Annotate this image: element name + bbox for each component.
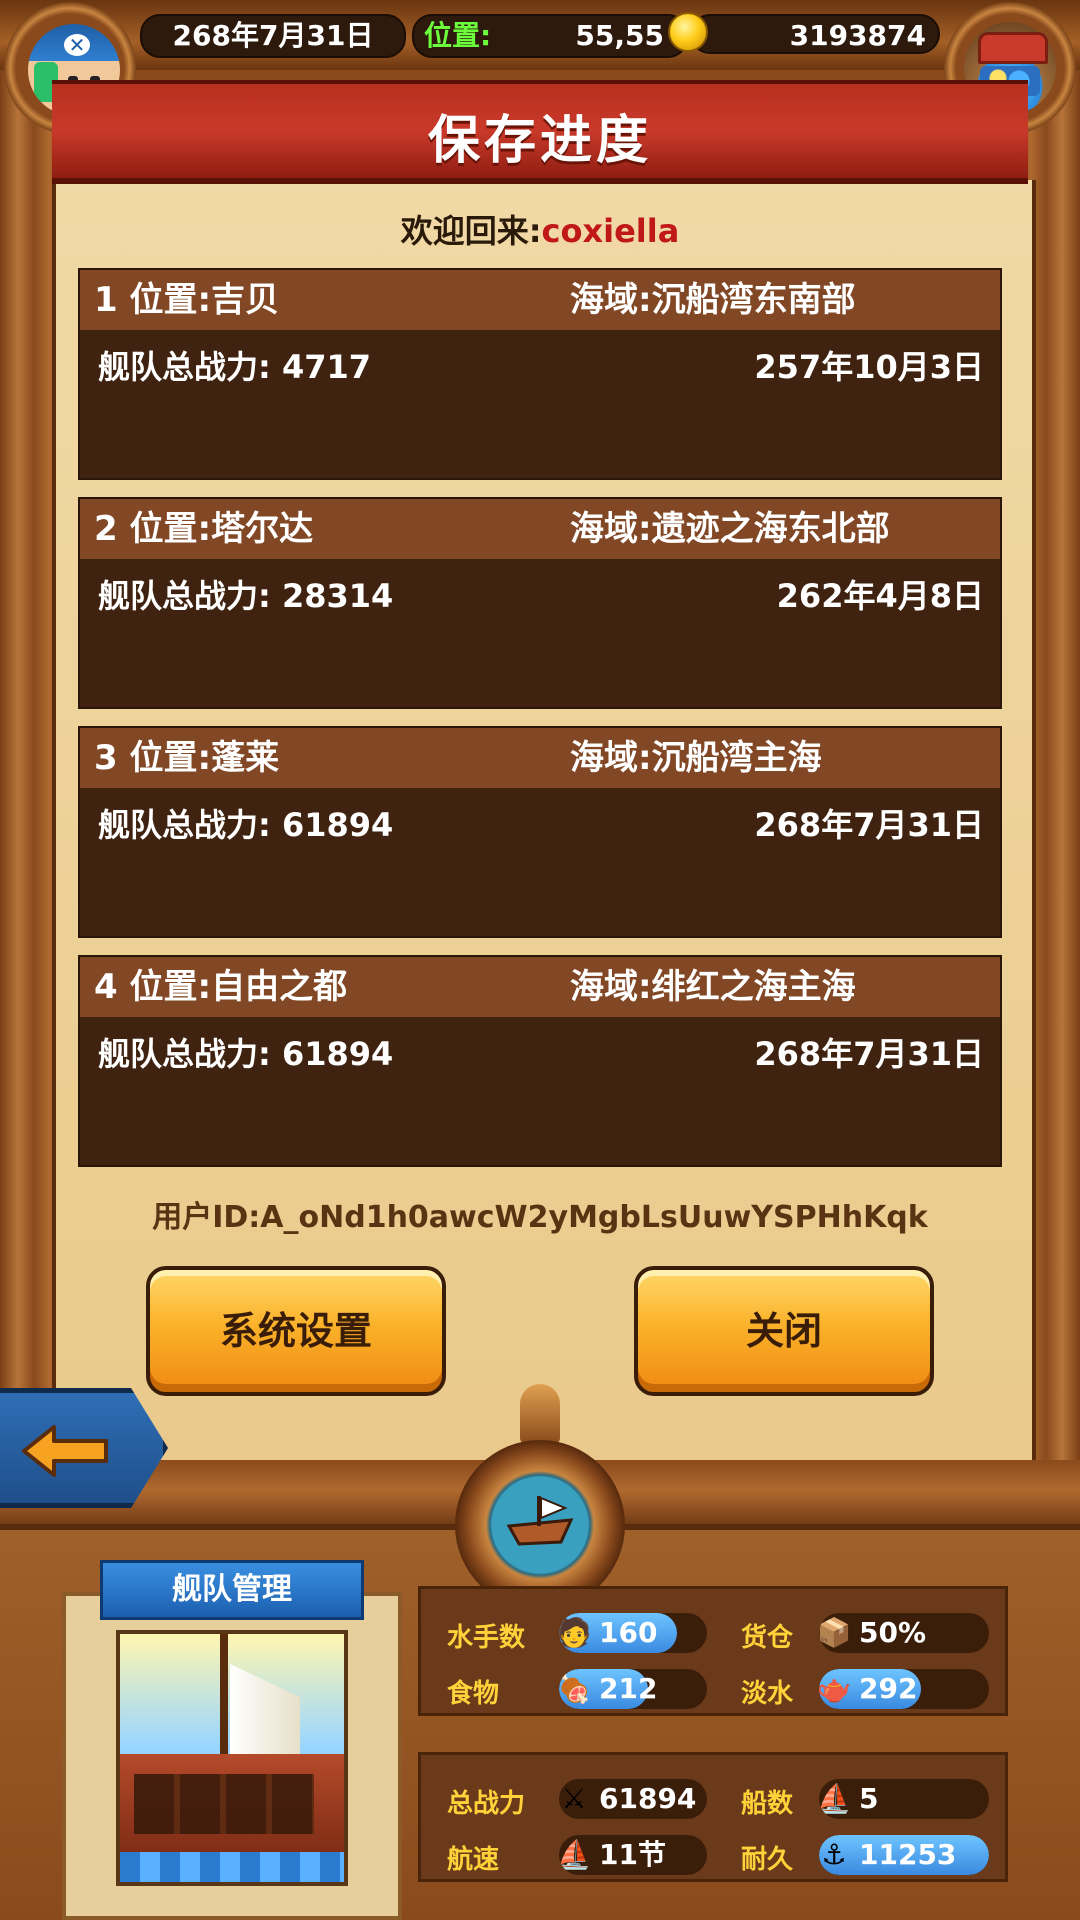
- ship-icon: ⛵: [819, 1781, 852, 1815]
- food-label: 食物: [447, 1679, 500, 1709]
- position-value: 55,55: [575, 19, 664, 52]
- crossed-swords-icon: ⚔: [561, 1781, 587, 1815]
- slot-sea-area: 海域:绯红之海主海: [570, 967, 856, 1007]
- cargo-value: 50%: [859, 1616, 927, 1649]
- food-value: 212: [599, 1672, 658, 1705]
- sailor-icon: 🧑: [559, 1615, 592, 1649]
- gold-amount: 3193874: [690, 14, 940, 54]
- ship-count-label: 船数: [741, 1789, 794, 1819]
- slot-location: 2 位置:塔尔达: [94, 509, 314, 549]
- slot-location: 1 位置:吉贝: [94, 280, 280, 320]
- slot-fleet-power: 舰队总战力: 61894: [98, 1035, 394, 1073]
- slot-sea-area: 海域:沉船湾主海: [570, 738, 822, 778]
- durability-stat: ⚓ 11253: [819, 1835, 989, 1875]
- save-slot-4[interactable]: 4 位置:自由之都 海域:绯红之海主海 舰队总战力: 61894 268年7月3…: [78, 955, 1002, 1167]
- ship-icon: [506, 1496, 574, 1546]
- food-stat: 🍖 212: [559, 1669, 707, 1709]
- meat-icon: 🍖: [559, 1671, 592, 1705]
- slot-sea-area: 海域:遗迹之海东北部: [570, 509, 890, 549]
- sailors-value: 160: [599, 1616, 658, 1649]
- slot-fleet-power: 舰队总战力: 61894: [98, 806, 394, 844]
- water-jug-icon: 🫖: [819, 1671, 852, 1705]
- slot-date: 262年4月8日: [776, 577, 984, 615]
- helm-knob: [520, 1384, 560, 1444]
- total-power-stat: ⚔ 61894: [559, 1779, 707, 1819]
- save-slot-2[interactable]: 2 位置:塔尔达 海域:遗迹之海东北部 舰队总战力: 28314 262年4月8…: [78, 497, 1002, 709]
- welcome-prefix: 欢迎回来:: [400, 212, 542, 250]
- title-banner: 保存进度: [52, 80, 1028, 184]
- position-display: 位置: 55,55: [412, 14, 688, 58]
- total-power-value: 61894: [599, 1782, 697, 1815]
- water-value: 292: [859, 1672, 918, 1705]
- durability-value: 11253: [859, 1838, 957, 1871]
- water-label: 淡水: [741, 1679, 794, 1709]
- fleet-stats-box: 总战力 ⚔ 61894 船数 ⛵ 5 航速 ⛵ 11节 耐久 ⚓ 11253: [418, 1752, 1008, 1882]
- anchor-icon: ⚓: [821, 1837, 847, 1871]
- welcome-message: 欢迎回来:coxiella: [0, 206, 1080, 252]
- skull-icon: ✕: [64, 34, 90, 56]
- sailboat-icon: ⛵: [559, 1837, 592, 1871]
- slot-location: 3 位置:蓬莱: [94, 738, 280, 778]
- sailors-label: 水手数: [447, 1623, 526, 1653]
- fleet-ship-image[interactable]: [116, 1630, 348, 1886]
- slot-date: 268年7月31日: [754, 1035, 984, 1073]
- close-button[interactable]: 关闭: [634, 1266, 934, 1396]
- cargo-stat: 📦 50%: [819, 1613, 989, 1653]
- ship-count-stat: ⛵ 5: [819, 1779, 989, 1819]
- slot-date: 257年10月3日: [754, 348, 984, 386]
- slot-fleet-power: 舰队总战力: 28314: [98, 577, 394, 615]
- total-power-label: 总战力: [447, 1789, 526, 1819]
- sailors-stat: 🧑 160: [559, 1613, 707, 1653]
- slot-fleet-power: 舰队总战力: 4717: [98, 348, 372, 386]
- page-title: 保存进度: [427, 111, 652, 171]
- gold-coin-icon: [668, 12, 708, 52]
- position-label: 位置:: [424, 19, 492, 52]
- speed-label: 航速: [447, 1845, 500, 1875]
- slot-date: 268年7月31日: [754, 806, 984, 844]
- slot-sea-area: 海域:沉船湾东南部: [570, 280, 856, 320]
- back-arrow-icon: [22, 1425, 108, 1477]
- speed-stat: ⛵ 11节: [559, 1835, 707, 1875]
- system-settings-button[interactable]: 系统设置: [146, 1266, 446, 1396]
- ship-count-value: 5: [859, 1782, 879, 1815]
- speed-value: 11节: [599, 1838, 666, 1871]
- supply-stats-box: 水手数 🧑 160 货仓 📦 50% 食物 🍖 212 淡水 🫖 292: [418, 1586, 1008, 1716]
- user-id: 用户ID:A_oNd1h0awcW2yMgbLsUuwYSPHhKqk: [152, 1200, 928, 1235]
- cargo-label: 货仓: [741, 1623, 794, 1653]
- crate-icon: 📦: [819, 1615, 852, 1649]
- fleet-management-title[interactable]: 舰队管理: [100, 1560, 364, 1620]
- game-date: 268年7月31日: [140, 14, 406, 58]
- durability-label: 耐久: [741, 1845, 794, 1875]
- username: coxiella: [541, 212, 680, 250]
- water-stat: 🫖 292: [819, 1669, 989, 1709]
- save-slot-3[interactable]: 3 位置:蓬莱 海域:沉船湾主海 舰队总战力: 61894 268年7月31日: [78, 726, 1002, 938]
- slot-location: 4 位置:自由之都: [94, 967, 348, 1007]
- save-slot-1[interactable]: 1 位置:吉贝 海域:沉船湾东南部 舰队总战力: 4717 257年10月3日: [78, 268, 1002, 480]
